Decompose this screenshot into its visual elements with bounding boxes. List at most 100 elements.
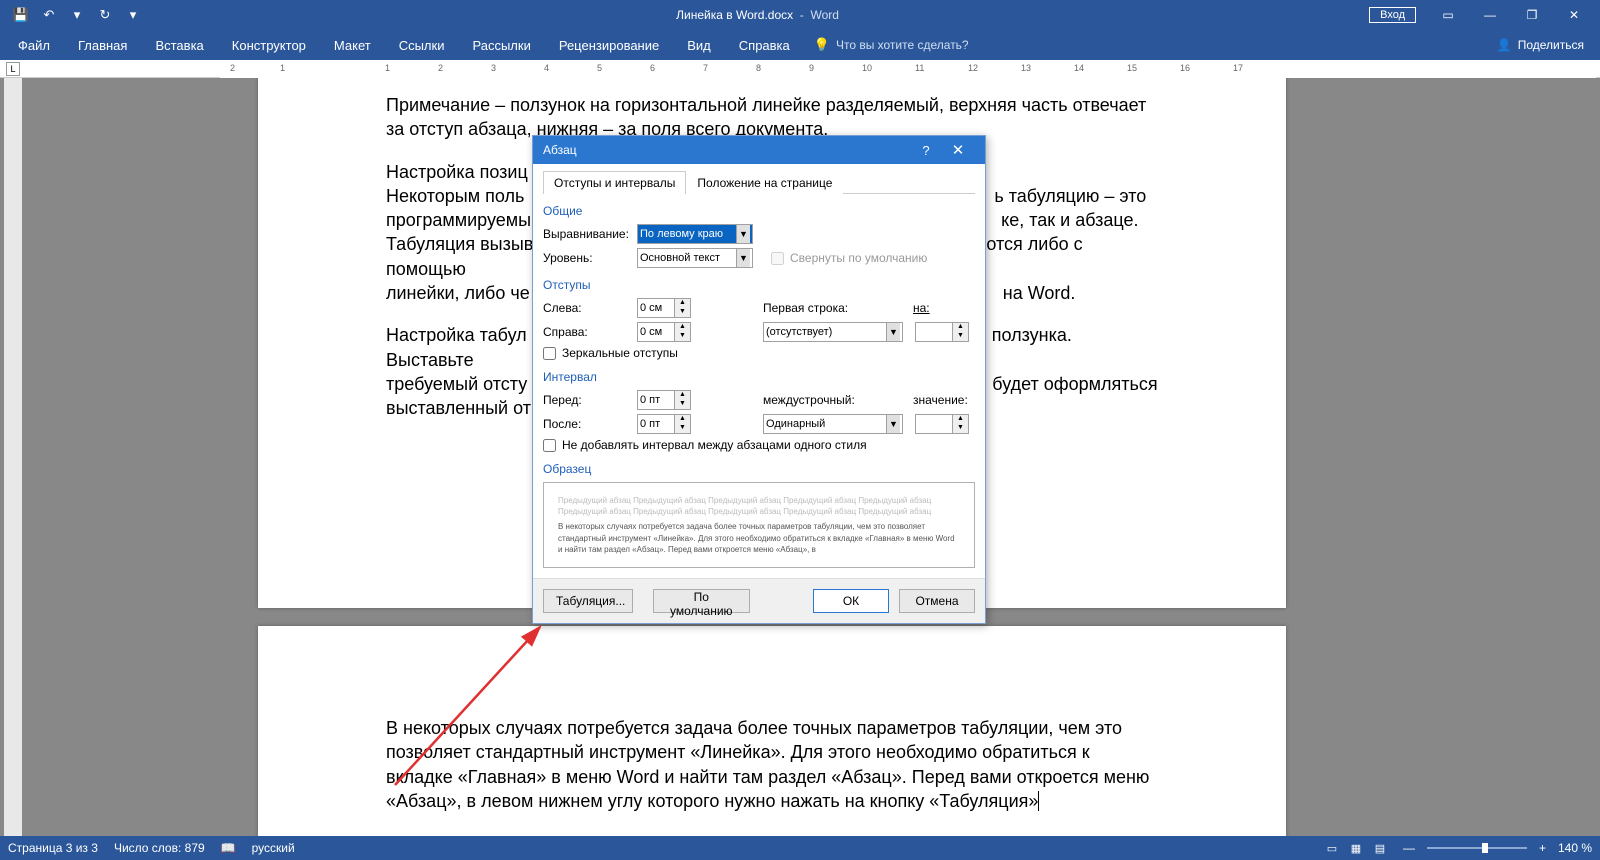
section-spacing: Интервал xyxy=(543,370,975,384)
tab-file[interactable]: Файл xyxy=(4,33,64,58)
spinner-input[interactable] xyxy=(638,299,674,317)
dialog-help-button[interactable]: ? xyxy=(911,143,941,158)
statusbar: Страница 3 из 3 Число слов: 879 📖 русски… xyxy=(0,836,1600,860)
spinner-input[interactable] xyxy=(638,415,674,433)
ruler-tick: 1 xyxy=(385,63,390,73)
cancel-button[interactable]: Отмена xyxy=(899,589,975,613)
spin-up[interactable]: ▲ xyxy=(675,323,690,332)
label-level: Уровень: xyxy=(543,251,633,265)
tab-view[interactable]: Вид xyxy=(673,33,725,58)
view-print[interactable]: ▦ xyxy=(1345,839,1367,857)
maximize-button[interactable]: ❐ xyxy=(1512,2,1552,28)
status-word-count[interactable]: Число слов: 879 xyxy=(114,841,205,855)
undo-button[interactable]: ↶ xyxy=(36,2,62,28)
linespacing-value-spinner[interactable]: ▲▼ xyxy=(915,414,969,434)
tab-page-position[interactable]: Положение на странице xyxy=(686,171,843,194)
dialog-tabs: Отступы и интервалы Положение на страниц… xyxy=(543,170,975,194)
redo-button[interactable]: ↻ xyxy=(92,2,118,28)
text-fragment: на Word. xyxy=(1003,283,1076,303)
checkbox-input xyxy=(771,252,784,265)
view-read[interactable]: ▭ xyxy=(1321,839,1343,857)
status-proofing-icon[interactable]: 📖 xyxy=(221,841,236,855)
status-page[interactable]: Страница 3 из 3 xyxy=(8,841,98,855)
spin-up[interactable]: ▲ xyxy=(953,323,968,332)
ok-button[interactable]: ОК xyxy=(813,589,889,613)
save-button[interactable]: 💾 xyxy=(8,2,34,28)
spinner-input[interactable] xyxy=(916,415,952,433)
left-indent-spinner[interactable]: ▲▼ xyxy=(637,298,691,318)
undo-dropdown[interactable]: ▾ xyxy=(64,2,90,28)
spinner-input[interactable] xyxy=(916,323,952,341)
zoom-thumb[interactable] xyxy=(1482,843,1488,853)
zoom-out-button[interactable]: — xyxy=(1403,841,1415,855)
view-web[interactable]: ▤ xyxy=(1369,839,1391,857)
text-fragment: Настройка табул xyxy=(386,325,527,345)
spin-up[interactable]: ▲ xyxy=(675,391,690,400)
tab-insert[interactable]: Вставка xyxy=(141,33,217,58)
tab-mailings[interactable]: Рассылки xyxy=(458,33,544,58)
ruler-tick: 2 xyxy=(230,63,235,73)
ruler-tick: 13 xyxy=(1021,63,1031,73)
qat-customize[interactable]: ▾ xyxy=(120,2,146,28)
zoom-level[interactable]: 140 % xyxy=(1558,841,1592,855)
spin-up[interactable]: ▲ xyxy=(675,299,690,308)
right-indent-spinner[interactable]: ▲▼ xyxy=(637,322,691,342)
signin-button[interactable]: Вход xyxy=(1369,7,1416,23)
select-value: Основной текст xyxy=(640,252,720,264)
checkbox-input[interactable] xyxy=(543,439,556,452)
share-button[interactable]: 👤 Поделиться xyxy=(1497,38,1600,52)
app-name: Word xyxy=(810,8,838,22)
label-left: Слева: xyxy=(543,301,633,315)
spin-up[interactable]: ▲ xyxy=(675,415,690,424)
spin-down[interactable]: ▼ xyxy=(675,424,690,433)
tab-home[interactable]: Главная xyxy=(64,33,141,58)
ribbon-options-button[interactable]: ▭ xyxy=(1428,2,1468,28)
quick-access-toolbar: 💾 ↶ ▾ ↻ ▾ xyxy=(0,2,146,28)
tab-review[interactable]: Рецензирование xyxy=(545,33,673,58)
tab-selector[interactable]: L xyxy=(6,62,20,76)
firstline-select[interactable]: (отсутствует) ▼ xyxy=(763,322,903,342)
spinner-input[interactable] xyxy=(638,391,674,409)
no-space-same-style-checkbox[interactable]: Не добавлять интервал между абзацами одн… xyxy=(543,438,975,452)
spin-down[interactable]: ▼ xyxy=(953,424,968,433)
spin-up[interactable]: ▲ xyxy=(953,415,968,424)
label-value: значение: xyxy=(913,393,968,407)
firstline-by-spinner[interactable]: ▲▼ xyxy=(915,322,969,342)
spinner-input[interactable] xyxy=(638,323,674,341)
vertical-ruler[interactable] xyxy=(4,78,22,836)
mirror-indents-checkbox[interactable]: Зеркальные отступы xyxy=(543,346,975,360)
section-indents: Отступы xyxy=(543,278,975,292)
alignment-select[interactable]: По левому краю ▼ xyxy=(637,224,753,244)
tell-me-search[interactable]: 💡 Что вы хотите сделать? xyxy=(814,37,969,53)
tab-help[interactable]: Справка xyxy=(725,33,804,58)
close-button[interactable]: ✕ xyxy=(1554,2,1594,28)
dialog-close-button[interactable]: ✕ xyxy=(941,141,975,159)
spin-down[interactable]: ▼ xyxy=(953,332,968,341)
tab-design[interactable]: Конструктор xyxy=(218,33,320,58)
tabs-button[interactable]: Табуляция... xyxy=(543,589,633,613)
spin-down[interactable]: ▼ xyxy=(675,308,690,317)
tab-layout[interactable]: Макет xyxy=(320,33,385,58)
label-by: на: xyxy=(913,301,930,315)
after-spinner[interactable]: ▲▼ xyxy=(637,414,691,434)
spin-down[interactable]: ▼ xyxy=(675,400,690,409)
spin-down[interactable]: ▼ xyxy=(675,332,690,341)
linespacing-select[interactable]: Одинарный ▼ xyxy=(763,414,903,434)
level-select[interactable]: Основной текст ▼ xyxy=(637,248,753,268)
collapse-checkbox[interactable]: Свернуты по умолчанию xyxy=(771,251,927,265)
dialog-titlebar[interactable]: Абзац ? ✕ xyxy=(533,136,985,164)
checkbox-label: Не добавлять интервал между абзацами одн… xyxy=(562,438,867,452)
tab-references[interactable]: Ссылки xyxy=(385,33,459,58)
document-page-2[interactable]: В некоторых случаях потребуется задача б… xyxy=(258,626,1286,836)
label-before: Перед: xyxy=(543,393,633,407)
checkbox-input[interactable] xyxy=(543,347,556,360)
minimize-button[interactable]: — xyxy=(1470,2,1510,28)
horizontal-ruler[interactable]: 2 1 1 2 3 4 5 6 7 8 9 10 11 12 13 14 15 … xyxy=(220,60,1596,78)
tab-indents-spacing[interactable]: Отступы и интервалы xyxy=(543,171,686,194)
paragraph-dialog: Абзац ? ✕ Отступы и интервалы Положение … xyxy=(532,135,986,624)
zoom-in-button[interactable]: + xyxy=(1539,841,1546,855)
default-button[interactable]: По умолчанию xyxy=(653,589,750,613)
zoom-slider[interactable] xyxy=(1427,847,1527,849)
status-language[interactable]: русский xyxy=(252,841,295,855)
before-spinner[interactable]: ▲▼ xyxy=(637,390,691,410)
